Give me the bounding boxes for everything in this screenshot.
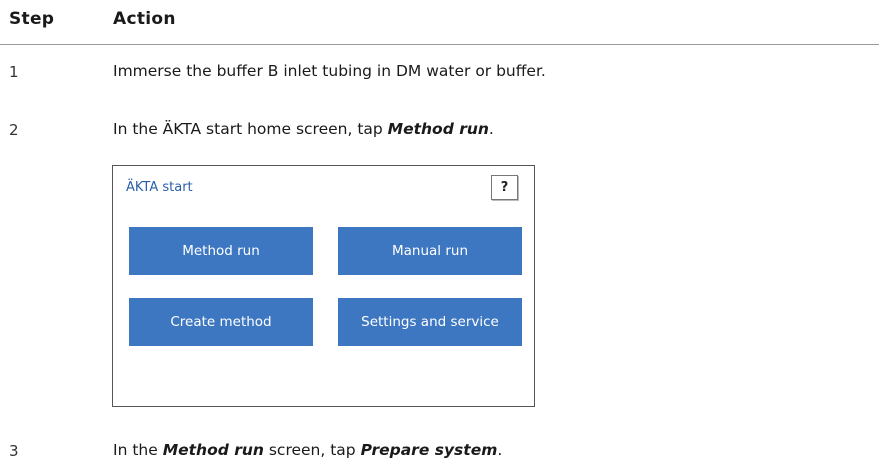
- step-text-3-post: .: [497, 441, 503, 459]
- step-text-3: In the Method run screen, tap Prepare sy…: [113, 441, 502, 459]
- step-text-2-post: .: [488, 120, 494, 138]
- method-run-button[interactable]: Method run: [129, 227, 313, 275]
- step-header: Step: [9, 9, 55, 29]
- step-text-1: Immerse the buffer B inlet tubing in DM …: [113, 62, 546, 80]
- screen-title: ÄKTA start: [126, 180, 193, 195]
- step-text-2-pre: In the ÄKTA start home screen, tap: [113, 120, 388, 138]
- settings-service-button[interactable]: Settings and service: [338, 298, 522, 346]
- create-method-button[interactable]: Create method: [129, 298, 313, 346]
- home-screen-figure: ÄKTA start ? Method run Manual run Creat…: [112, 165, 535, 407]
- step-number-3: 3: [9, 442, 19, 460]
- manual-run-button[interactable]: Manual run: [338, 227, 522, 275]
- step-text-3-bold2: Prepare system: [360, 441, 498, 459]
- step-text-2-bold: Method run: [387, 120, 489, 138]
- step-number-1: 1: [9, 63, 19, 81]
- step-text-2: In the ÄKTA start home screen, tap Metho…: [113, 120, 494, 138]
- header-rule: [0, 44, 879, 45]
- step-text-3-pre: In the: [113, 441, 163, 459]
- help-button[interactable]: ?: [491, 175, 518, 200]
- action-header: Action: [113, 9, 176, 29]
- step-number-2: 2: [9, 121, 19, 139]
- step-text-3-mid: screen, tap: [263, 441, 361, 459]
- step-text-3-bold: Method run: [162, 441, 264, 459]
